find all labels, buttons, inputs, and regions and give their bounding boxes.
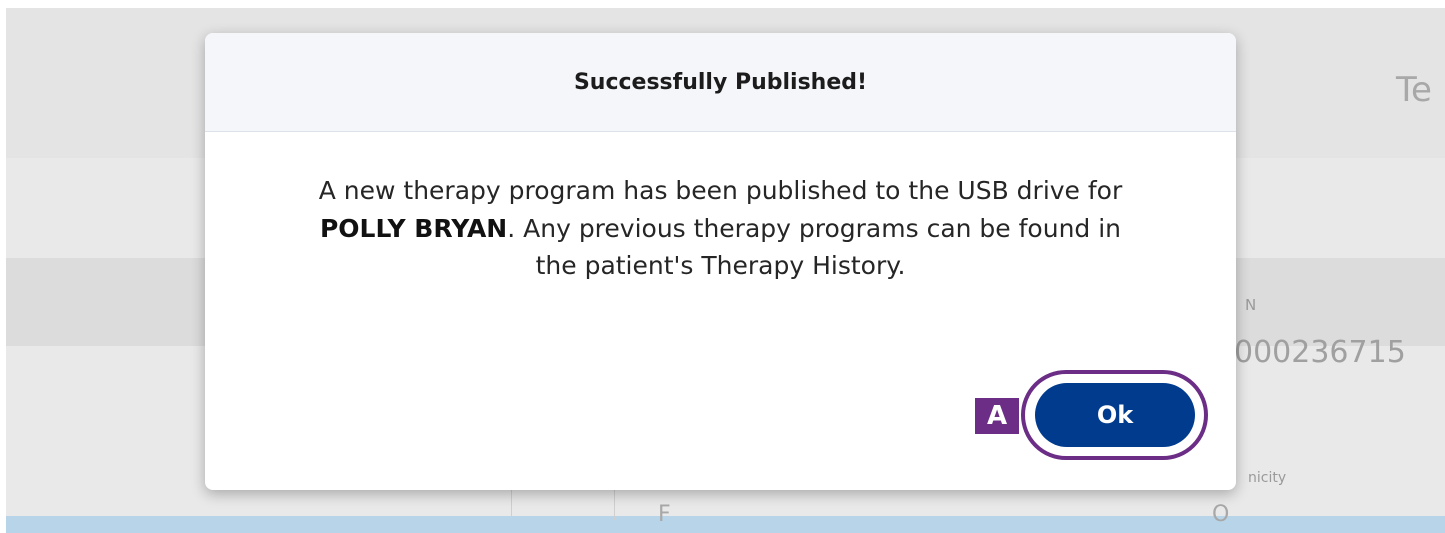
- dialog-message: A new therapy program has been published…: [205, 132, 1236, 285]
- background-ethnicity-label: nicity: [1248, 470, 1287, 486]
- dialog-title: Successfully Published!: [573, 69, 868, 95]
- ok-button[interactable]: Ok: [1035, 383, 1195, 447]
- dialog-message-text: . Any previous therapy programs can be f…: [507, 213, 1122, 243]
- background-field-label: N: [1245, 296, 1257, 314]
- background-value-fragment: F: [658, 502, 671, 527]
- background-value-fragment: O: [1212, 502, 1230, 527]
- background-partial-title: Te: [1396, 70, 1432, 110]
- dialog-message-line: POLLY BRYAN. Any previous therapy progra…: [205, 210, 1236, 248]
- background-id-value: 000236715: [1234, 335, 1406, 370]
- annotation-callout-label: A: [975, 398, 1019, 434]
- patient-name: POLLY BRYAN: [319, 213, 508, 243]
- dialog-message-line: A new therapy program has been published…: [318, 176, 1123, 205]
- dialog-message-line: the patient's Therapy History.: [535, 251, 906, 280]
- dialog-header: Successfully Published!: [205, 33, 1236, 132]
